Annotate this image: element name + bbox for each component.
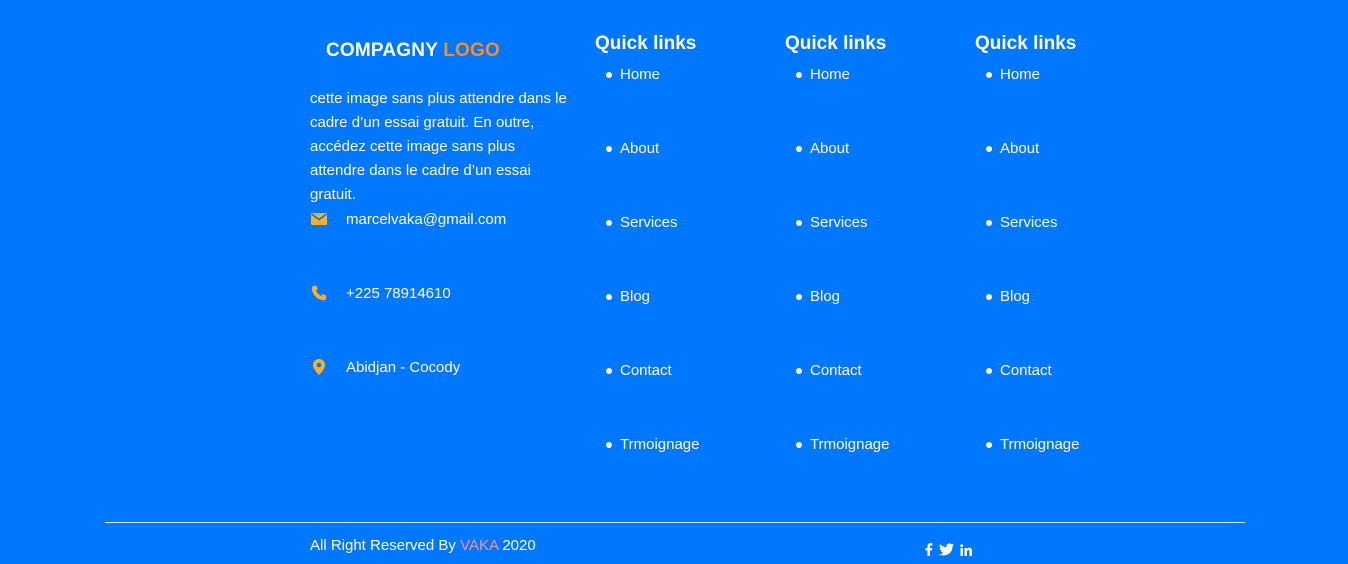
brand-logo-word: LOGO	[443, 40, 500, 61]
quick-links-column-1: Quick links Home About Services Blog Con…	[595, 32, 699, 453]
column-title: Quick links	[595, 33, 697, 54]
quick-links-list: Home About Services Blog Contact Trmoign…	[795, 64, 889, 508]
copyright-author-link[interactable]: VAKA	[460, 537, 498, 554]
contact-address-text: Abidjan - Cocody	[346, 358, 461, 376]
about-text: cette image sans plus attendre dans le c…	[310, 90, 567, 203]
contact-address[interactable]: Abidjan - Cocody	[310, 358, 460, 376]
company-logo[interactable]: COMPAGNY LOGO	[326, 40, 500, 62]
copyright-text: All Right Reserved By VAKA 2020	[310, 537, 536, 554]
link-testimonial[interactable]: Trmoignage	[985, 434, 1079, 508]
link-services[interactable]: Services	[795, 212, 889, 286]
copyright-prefix: All Right Reserved By	[310, 537, 456, 554]
link-services[interactable]: Services	[985, 212, 1079, 286]
linkedin-icon[interactable]	[960, 543, 972, 556]
site-footer: COMPAGNY LOGO cette image sans plus atte…	[0, 0, 1348, 564]
link-contact[interactable]: Contact	[795, 360, 889, 434]
contact-phone[interactable]: +225 78914610	[310, 284, 451, 302]
link-home[interactable]: Home	[605, 64, 699, 138]
link-contact[interactable]: Contact	[605, 360, 699, 434]
link-blog[interactable]: Blog	[795, 286, 889, 360]
link-blog[interactable]: Blog	[985, 286, 1079, 360]
link-testimonial[interactable]: Trmoignage	[605, 434, 699, 508]
link-contact[interactable]: Contact	[985, 360, 1079, 434]
footer-divider	[105, 522, 1245, 523]
social-links	[924, 543, 972, 556]
envelope-icon	[310, 210, 328, 228]
link-about[interactable]: About	[985, 138, 1079, 212]
phone-icon	[310, 284, 328, 302]
twitter-icon[interactable]	[939, 543, 954, 556]
link-about[interactable]: About	[795, 138, 889, 212]
column-title: Quick links	[975, 33, 1077, 54]
contact-phone-text: +225 78914610	[346, 284, 451, 302]
facebook-icon[interactable]	[924, 543, 933, 556]
quick-links-list: Home About Services Blog Contact Trmoign…	[985, 64, 1079, 508]
brand-name: COMPAGNY	[326, 40, 438, 61]
link-about[interactable]: About	[605, 138, 699, 212]
link-home[interactable]: Home	[985, 64, 1079, 138]
link-home[interactable]: Home	[795, 64, 889, 138]
link-blog[interactable]: Blog	[605, 286, 699, 360]
column-title: Quick links	[785, 33, 887, 54]
quick-links-column-3: Quick links Home About Services Blog Con…	[975, 32, 1079, 453]
link-testimonial[interactable]: Trmoignage	[795, 434, 889, 508]
quick-links-column-2: Quick links Home About Services Blog Con…	[785, 32, 889, 453]
contact-email[interactable]: marcelvaka@gmail.com	[310, 210, 506, 228]
link-services[interactable]: Services	[605, 212, 699, 286]
copyright-year: 2020	[502, 537, 536, 554]
quick-links-list: Home About Services Blog Contact Trmoign…	[605, 64, 699, 508]
map-pin-icon	[310, 358, 328, 376]
contact-email-text: marcelvaka@gmail.com	[346, 210, 507, 228]
